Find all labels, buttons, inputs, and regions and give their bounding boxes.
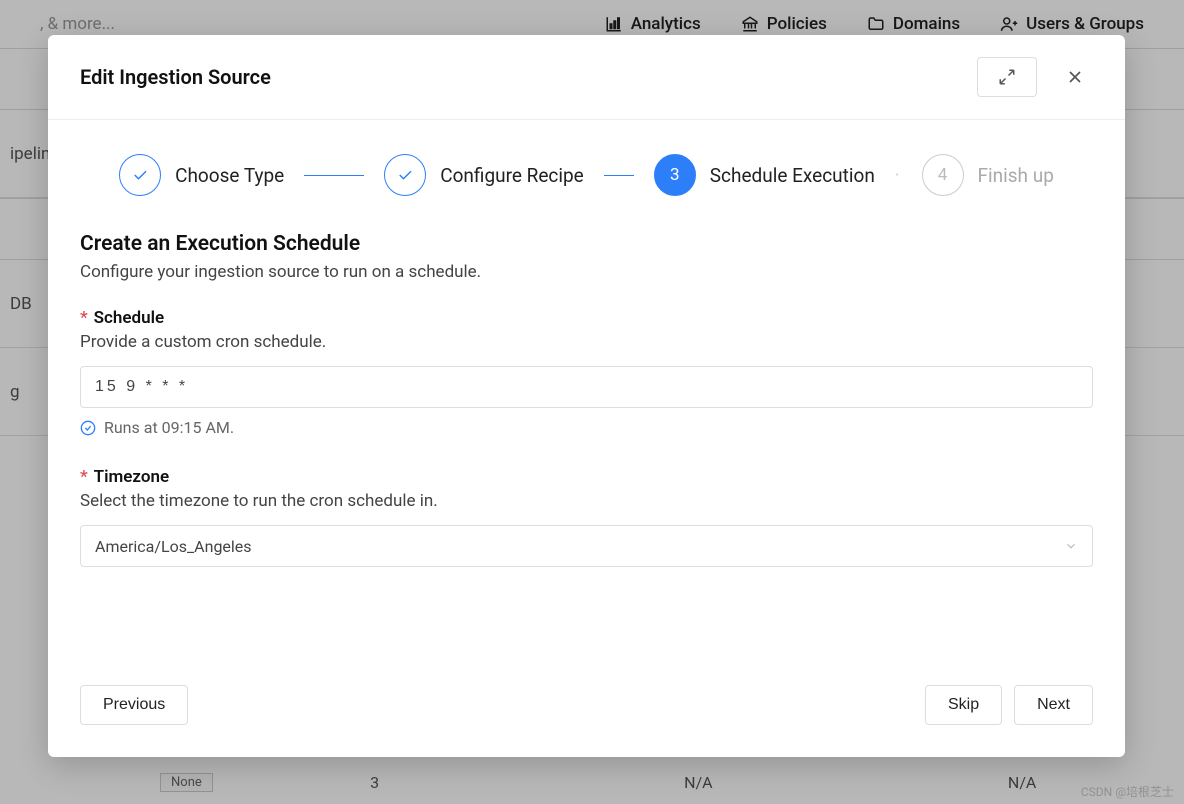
timezone-field-group: * Timezone Select the timezone to run the… [80, 467, 1093, 567]
users-icon [1000, 15, 1018, 33]
step-choose-type: Choose Type [119, 154, 284, 196]
step-configure-recipe: Configure Recipe [384, 154, 584, 196]
timezone-select[interactable]: America/Los_Angeles [80, 525, 1093, 567]
schedule-hint-text: Runs at 09:15 AM. [104, 418, 234, 437]
bg-col: N/A [537, 773, 861, 792]
search-placeholder: , & more... [40, 14, 605, 34]
required-asterisk: * [80, 308, 88, 328]
modal-header: Edit Ingestion Source [48, 35, 1125, 120]
schedule-input[interactable] [80, 366, 1093, 408]
modal-footer: Previous Skip Next [48, 665, 1125, 757]
schedule-field-group: * Schedule Provide a custom cron schedule… [80, 308, 1093, 437]
edit-ingestion-modal: Edit Ingestion Source Choose Type Config… [48, 35, 1125, 757]
nav-analytics[interactable]: Analytics [605, 14, 701, 34]
expand-icon [998, 68, 1016, 86]
nav-domains[interactable]: Domains [867, 14, 960, 34]
step-schedule-execution: 3 Schedule Execution [654, 154, 875, 196]
next-button[interactable]: Next [1014, 685, 1093, 725]
step-connector [304, 175, 364, 176]
check-icon [396, 166, 414, 184]
modal-title: Edit Ingestion Source [80, 65, 271, 89]
step-finish-up: 4 Finish up [922, 154, 1054, 196]
section-subtitle: Configure your ingestion source to run o… [80, 262, 1093, 282]
step-future-number: 4 [922, 154, 964, 196]
check-circle-icon [80, 420, 96, 436]
schedule-help: Provide a custom cron schedule. [80, 332, 1093, 352]
modal-body: Create an Execution Schedule Configure y… [48, 220, 1125, 665]
timezone-label: Timezone [94, 467, 170, 487]
step-current-number: 3 [654, 154, 696, 196]
folder-icon [867, 15, 885, 33]
check-icon [131, 166, 149, 184]
section-title: Create an Execution Schedule [80, 232, 1093, 256]
watermark: CSDN @培根芝士 [1081, 783, 1174, 800]
stepper: Choose Type Configure Recipe 3 Schedule … [48, 120, 1125, 220]
bg-tag: None [160, 773, 213, 792]
top-nav: Analytics Policies Domains Users & Group… [605, 14, 1144, 34]
timezone-help: Select the timezone to run the cron sche… [80, 491, 1093, 511]
close-icon [1065, 67, 1085, 87]
step-done-icon [119, 154, 161, 196]
timezone-value: America/Los_Angeles [95, 537, 252, 556]
bg-col: 3 [213, 773, 537, 792]
close-button[interactable] [1057, 59, 1093, 95]
chevron-down-icon [1064, 539, 1078, 553]
schedule-label: Schedule [94, 308, 165, 328]
skip-button[interactable]: Skip [925, 685, 1002, 725]
bank-icon [741, 15, 759, 33]
schedule-hint: Runs at 09:15 AM. [80, 418, 1093, 437]
nav-users-groups[interactable]: Users & Groups [1000, 14, 1144, 34]
step-dots: · [895, 165, 902, 186]
chart-icon [605, 15, 623, 33]
nav-policies[interactable]: Policies [741, 14, 827, 34]
fullscreen-button[interactable] [977, 57, 1037, 97]
step-done-icon [384, 154, 426, 196]
previous-button[interactable]: Previous [80, 685, 188, 725]
required-asterisk: * [80, 467, 88, 487]
step-connector [604, 175, 634, 176]
